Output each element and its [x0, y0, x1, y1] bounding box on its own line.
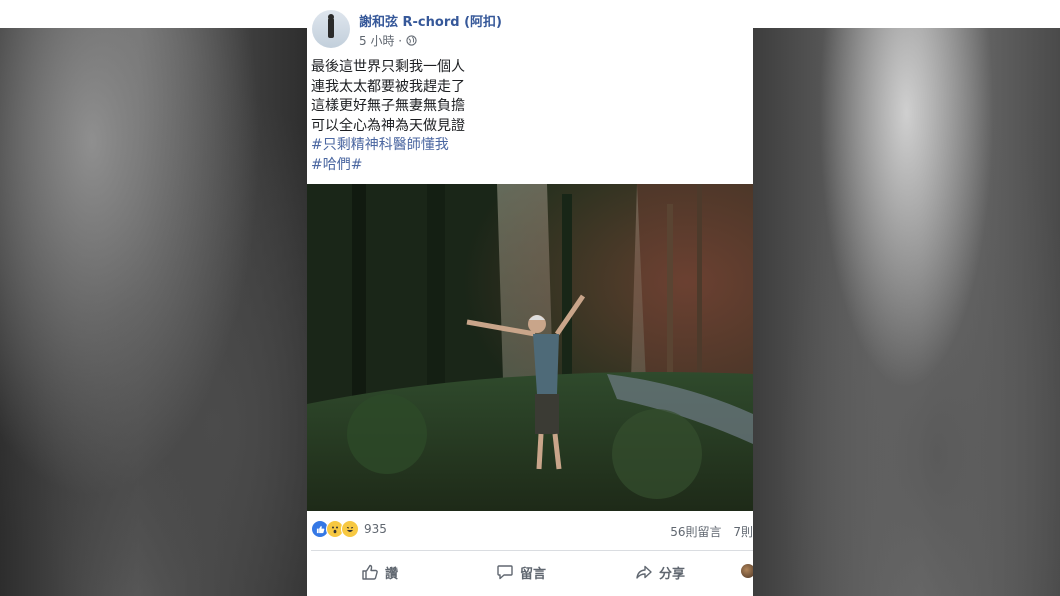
post-photo[interactable] — [307, 184, 753, 511]
post-line: 連我太太都要被我趕走了 — [311, 78, 465, 95]
comment-icon — [497, 565, 513, 580]
share-count-link[interactable]: 7則 — [733, 525, 753, 539]
blurred-background-left — [0, 28, 307, 596]
share-arrow-icon — [636, 565, 652, 579]
blurred-background-right — [753, 28, 1060, 596]
engagement-counts: 56則留言 7則 — [662, 523, 753, 540]
post-text: 最後這世界只剩我一個人 連我太太都要被我趕走了 這樣更好無子無妻無負擔 可以全心… — [311, 58, 465, 175]
author-name[interactable]: 謝和弦 R-chord (阿扣) — [359, 11, 502, 30]
author-avatar[interactable] — [312, 10, 350, 48]
haha-reaction-icon — [341, 520, 359, 538]
post-line: 可以全心為神為天做見證 — [311, 117, 465, 134]
comment-label: 留言 — [520, 566, 547, 582]
post-action-bar: 讚 留言 分享 — [307, 556, 753, 588]
share-button[interactable]: 分享 — [635, 556, 685, 588]
like-label: 讚 — [385, 566, 399, 582]
reaction-summary[interactable]: 935 — [311, 520, 387, 538]
share-label: 分享 — [659, 566, 686, 582]
globe-icon — [406, 35, 417, 46]
thumbs-up-icon — [362, 564, 378, 580]
comment-count-link[interactable]: 56則留言 — [670, 525, 721, 539]
like-button[interactable]: 讚 — [361, 556, 398, 588]
comment-button[interactable]: 留言 — [496, 556, 546, 588]
divider — [311, 550, 753, 551]
viewer-avatar[interactable] — [741, 564, 753, 578]
post-meta: 5 小時 · — [359, 32, 417, 49]
hashtag-link[interactable]: #只剩精神科醫師懂我 — [311, 136, 465, 156]
post-header: 謝和弦 R-chord (阿扣) 5 小時 · — [307, 0, 753, 54]
post-line: 最後這世界只剩我一個人 — [311, 59, 465, 75]
facebook-post: 謝和弦 R-chord (阿扣) 5 小時 · 最後這世界只剩我一個人 連我太太… — [307, 0, 753, 596]
post-timestamp[interactable]: 5 小時 · — [359, 32, 402, 49]
post-line: 這樣更好無子無妻無負擔 — [311, 98, 465, 114]
hashtag-link[interactable]: #哈們# — [311, 156, 465, 176]
reaction-count: 935 — [364, 522, 387, 536]
